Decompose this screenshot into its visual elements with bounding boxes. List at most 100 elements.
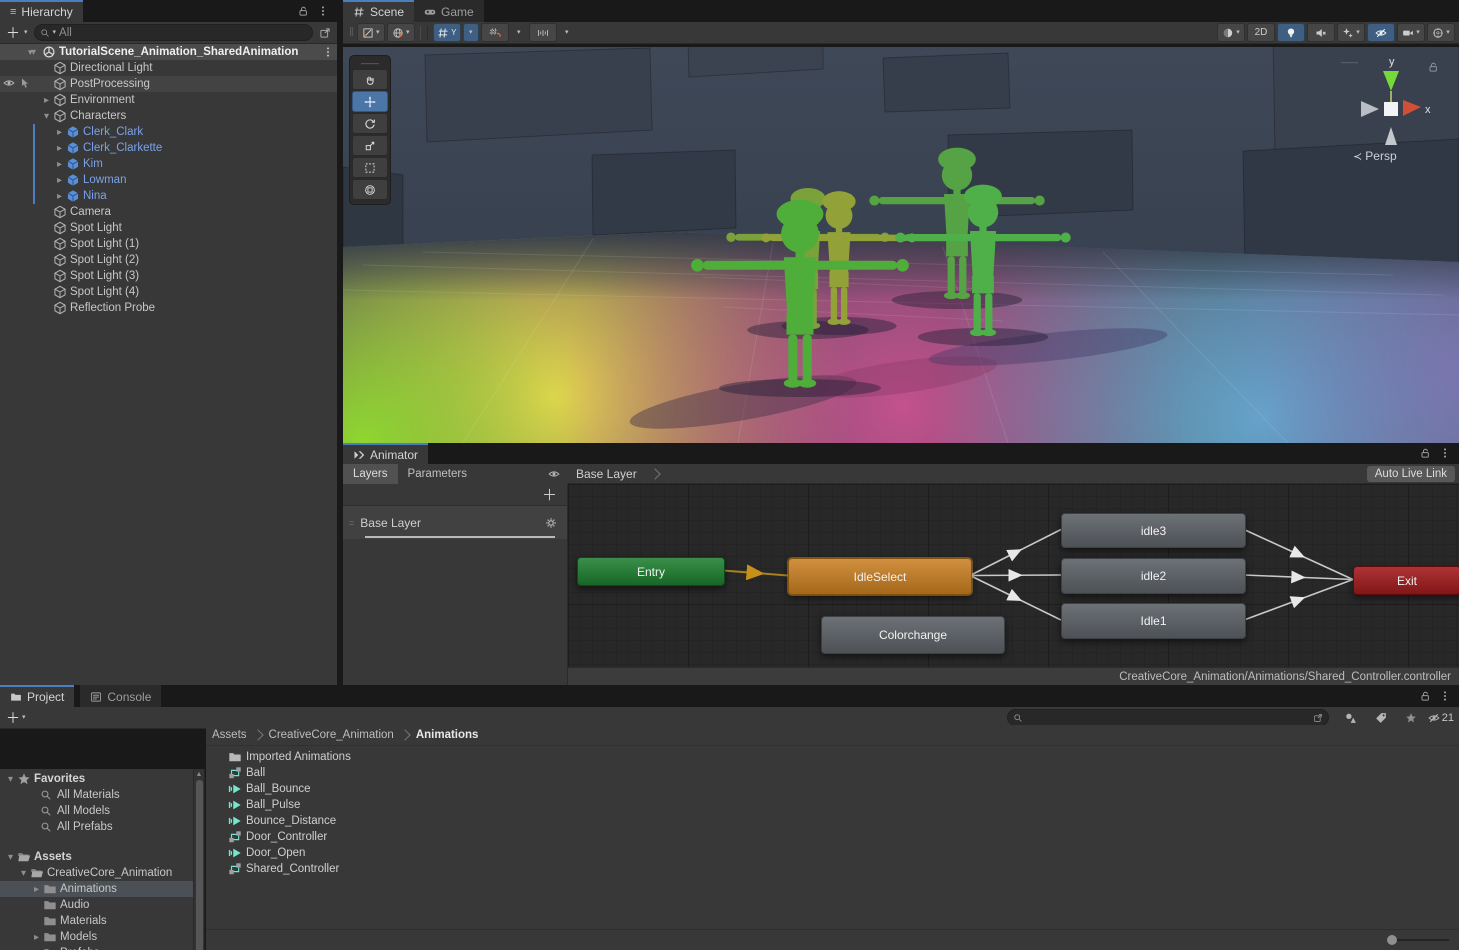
project-tree-item[interactable]: Assets bbox=[0, 849, 194, 865]
project-tree-item[interactable]: Animations bbox=[0, 881, 194, 897]
tab-project[interactable]: Project bbox=[0, 685, 74, 707]
state-node-idle1[interactable]: Idle1 bbox=[1061, 603, 1246, 639]
expander-icon[interactable] bbox=[30, 884, 43, 895]
tool-transform-button[interactable] bbox=[352, 179, 388, 200]
camera-settings-button[interactable]: ▾ bbox=[1397, 23, 1425, 42]
lock-icon[interactable] bbox=[297, 5, 309, 17]
expander-icon[interactable] bbox=[53, 127, 66, 138]
project-search-input[interactable] bbox=[1007, 709, 1329, 726]
project-tree-item[interactable]: All Prefabs bbox=[0, 819, 194, 835]
projection-toggle[interactable]: ≺ Persp bbox=[1353, 149, 1397, 163]
project-tree-item[interactable]: Materials bbox=[0, 913, 194, 929]
scene-visibility-button[interactable] bbox=[1367, 23, 1395, 42]
create-asset-caret[interactable]: ▾ bbox=[22, 714, 26, 721]
layers-tab[interactable]: Layers bbox=[343, 464, 398, 484]
auto-live-link-button[interactable]: Auto Live Link bbox=[1367, 466, 1455, 482]
gizmos-button[interactable]: ▾ bbox=[1427, 23, 1455, 42]
tab-hierarchy[interactable]: ≡ Hierarchy bbox=[0, 0, 83, 22]
expander-icon[interactable]: ▾ bbox=[28, 47, 33, 58]
hierarchy-item[interactable]: Spot Light bbox=[0, 220, 337, 236]
project-tree-item[interactable]: All Materials bbox=[0, 787, 194, 803]
state-node-entry[interactable]: Entry bbox=[577, 557, 725, 586]
project-tree-item[interactable]: All Models bbox=[0, 803, 194, 819]
hierarchy-item[interactable]: Spot Light (1) bbox=[0, 236, 337, 252]
layer-gear-icon[interactable] bbox=[545, 517, 557, 529]
expander-icon[interactable] bbox=[40, 95, 53, 106]
tool-handle-position-button[interactable]: ▾ bbox=[357, 23, 385, 42]
parameters-tab[interactable]: Parameters bbox=[398, 464, 477, 484]
state-node-colorchange[interactable]: Colorchange bbox=[821, 616, 1005, 654]
tool-hand-button[interactable] bbox=[352, 69, 388, 90]
state-node-idle3[interactable]: idle3 bbox=[1061, 513, 1246, 548]
tab-animator[interactable]: Animator bbox=[343, 443, 428, 464]
hierarchy-item[interactable]: Spot Light (2) bbox=[0, 252, 337, 268]
hierarchy-item[interactable]: Spot Light (4) bbox=[0, 284, 337, 300]
palette-grip[interactable]: —— bbox=[350, 58, 390, 68]
asset-item[interactable]: Ball bbox=[206, 765, 1459, 781]
hierarchy-root-item[interactable]: ▾ TutorialScene_Animation_SharedAnimatio… bbox=[0, 44, 337, 60]
graph-breadcrumb[interactable]: Base Layer bbox=[576, 467, 637, 481]
hierarchy-item[interactable]: Characters bbox=[0, 108, 337, 124]
grid-snapping-caret[interactable]: ▾ bbox=[511, 23, 527, 42]
hierarchy-item[interactable]: PostProcessing bbox=[0, 76, 337, 92]
lock-icon[interactable] bbox=[1419, 447, 1431, 459]
state-node-idleselect[interactable]: IdleSelect bbox=[788, 558, 972, 595]
expander-icon[interactable] bbox=[17, 868, 30, 879]
hierarchy-item[interactable]: Reflection Probe bbox=[0, 300, 337, 316]
scene-lighting-button[interactable] bbox=[1277, 23, 1305, 42]
toolbar-grip[interactable]: ‖ bbox=[349, 27, 355, 39]
breadcrumb-assets[interactable]: Assets bbox=[212, 729, 247, 741]
hierarchy-item[interactable]: Nina bbox=[0, 188, 337, 204]
icon-size-slider[interactable] bbox=[1387, 935, 1449, 945]
hierarchy-search-input[interactable]: ▾ All bbox=[34, 24, 313, 41]
layer-item-base-layer[interactable]: = Base Layer bbox=[343, 506, 567, 539]
picking-cursor-icon[interactable] bbox=[19, 77, 31, 89]
asset-item[interactable]: Door_Open bbox=[206, 845, 1459, 861]
kebab-menu-icon[interactable] bbox=[322, 46, 334, 58]
slider-knob[interactable] bbox=[1387, 935, 1397, 945]
hierarchy-item[interactable]: Camera bbox=[0, 204, 337, 220]
create-asset-button[interactable]: ＋ bbox=[6, 711, 20, 725]
state-node-idle2[interactable]: idle2 bbox=[1061, 558, 1246, 594]
tool-rotate-button[interactable] bbox=[352, 113, 388, 134]
popout-icon[interactable] bbox=[319, 27, 331, 39]
state-machine-canvas[interactable]: Entry IdleSelect Colorchange idle3 idle2 Idle… bbox=[568, 484, 1459, 667]
lock-icon[interactable] bbox=[1419, 690, 1431, 702]
row-gutter[interactable] bbox=[3, 77, 31, 89]
add-layer-button[interactable]: ＋ bbox=[542, 484, 557, 505]
tab-game[interactable]: Game bbox=[414, 0, 484, 22]
create-caret[interactable]: ▾ bbox=[24, 29, 28, 36]
drag-handle-icon[interactable]: = bbox=[349, 518, 354, 528]
shading-mode-button[interactable]: ▾ bbox=[1217, 23, 1245, 42]
tool-handle-rotation-button[interactable]: ▾ bbox=[387, 23, 415, 42]
tab-console[interactable]: Console bbox=[80, 685, 161, 707]
scroll-up-arrow[interactable]: ▲ bbox=[196, 771, 203, 778]
effects-button[interactable]: ▾ bbox=[1337, 23, 1365, 42]
gizmo-grip[interactable]: —— bbox=[1341, 57, 1357, 67]
breadcrumb-folder[interactable]: CreativeCore_Animation bbox=[269, 729, 394, 741]
gizmo-lock-icon[interactable] bbox=[1427, 61, 1439, 73]
kebab-menu-icon[interactable] bbox=[1439, 447, 1451, 459]
snap-increment-caret[interactable]: ▾ bbox=[559, 23, 575, 42]
2d-toggle-button[interactable]: 2D bbox=[1247, 23, 1275, 42]
save-search-icon[interactable] bbox=[1313, 713, 1323, 723]
asset-item[interactable]: Imported Animations bbox=[206, 749, 1459, 765]
tool-rect-button[interactable] bbox=[352, 157, 388, 178]
tree-scrollbar[interactable]: ▲ ▼ bbox=[193, 769, 204, 950]
scene-viewport[interactable]: —— —— bbox=[343, 47, 1459, 443]
project-tree-item[interactable]: CreativeCore_Animation bbox=[0, 865, 194, 881]
hierarchy-item[interactable]: Kim bbox=[0, 156, 337, 172]
project-tree-item[interactable]: Audio bbox=[0, 897, 194, 913]
expander-icon[interactable] bbox=[53, 175, 66, 186]
layer-eye-icon[interactable] bbox=[548, 468, 560, 480]
orientation-gizmo[interactable]: —— y x ≺ Persp bbox=[1341, 53, 1441, 171]
tool-scale-button[interactable] bbox=[352, 135, 388, 156]
asset-item[interactable]: Ball_Pulse bbox=[206, 797, 1459, 813]
asset-item[interactable]: Shared_Controller bbox=[206, 861, 1459, 877]
hierarchy-item[interactable]: Clerk_Clark bbox=[0, 124, 337, 140]
project-tree-item[interactable] bbox=[0, 835, 194, 849]
hierarchy-item[interactable]: Lowman bbox=[0, 172, 337, 188]
hierarchy-item[interactable]: Clerk_Clarkette bbox=[0, 140, 337, 156]
expander-icon[interactable] bbox=[4, 852, 17, 863]
hierarchy-item[interactable]: Spot Light (3) bbox=[0, 268, 337, 284]
